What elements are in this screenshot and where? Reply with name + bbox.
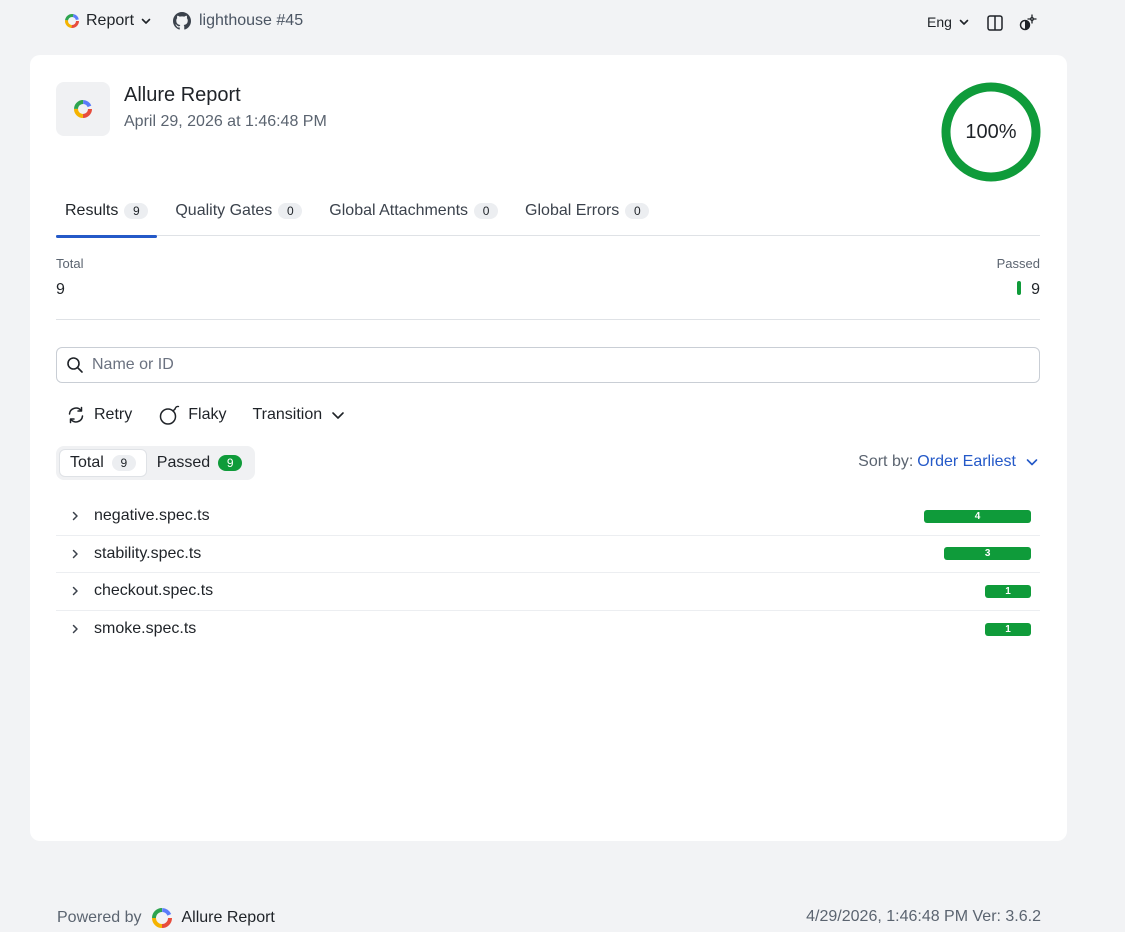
status-total-button[interactable]: Total 9 <box>59 449 147 477</box>
tab-count-badge: 0 <box>474 202 499 219</box>
tree-row-passed-bar: 1 <box>985 584 1031 598</box>
tree-row[interactable]: smoke.spec.ts 1 <box>56 611 1040 649</box>
filter-bar: Retry Flaky Transition <box>66 401 372 429</box>
allure-logo-icon <box>65 14 79 28</box>
tab-global-attachments[interactable]: Global Attachments 0 <box>320 185 507 236</box>
report-title: Allure Report <box>124 84 241 106</box>
success-rate-label: 100% <box>965 120 1017 143</box>
transition-filter[interactable]: Transition <box>252 406 346 424</box>
chevron-right-icon <box>70 511 80 521</box>
passed-indicator <box>1017 281 1022 295</box>
chevron-down-icon <box>332 412 344 419</box>
tree-row-name: checkout.spec.ts <box>94 582 214 600</box>
flaky-filter[interactable]: Flaky <box>158 404 226 426</box>
chevron-right-icon <box>70 624 80 634</box>
status-total-label: Total <box>70 454 104 471</box>
status-passed-count: 9 <box>218 455 243 471</box>
retry-label: Retry <box>94 406 133 423</box>
footer-brand-link[interactable]: Allure Report <box>182 909 275 927</box>
report-menu-label: Report <box>86 12 135 29</box>
chevron-down-icon <box>959 19 969 25</box>
top-bar: Report lighthouse #45 Eng <box>0 0 1125 48</box>
stat-passed-label: Passed <box>996 256 1040 271</box>
chevron-right-icon <box>70 586 80 596</box>
chevron-down-icon <box>1026 459 1038 466</box>
stat-total-value: 9 <box>56 281 65 298</box>
allure-logo-icon <box>74 100 92 118</box>
stat-passed: Passed 9 <box>997 256 1040 299</box>
tree-row[interactable]: stability.spec.ts 3 <box>56 536 1040 573</box>
tab-results[interactable]: Results 9 <box>56 185 158 238</box>
report-menu[interactable]: Report <box>64 12 152 30</box>
report-card: Allure Report April 29, 2026 at 1:46:48 … <box>30 55 1067 841</box>
tab-label: Global Errors <box>525 201 620 219</box>
github-repo-link[interactable]: lighthouse #45 <box>173 12 303 30</box>
flaky-bomb-icon <box>159 405 180 425</box>
tree-row-passed-bar: 1 <box>985 622 1031 636</box>
status-passed-label: Passed <box>156 454 211 471</box>
footer-meta: 4/29/2026, 1:46:48 PM Ver: 3.6.2 <box>806 908 1041 925</box>
test-tree: negative.spec.ts 4 stability.spec.ts 3 c… <box>56 498 1040 648</box>
github-icon <box>173 12 191 30</box>
tree-row[interactable]: negative.spec.ts 4 <box>56 498 1040 536</box>
search-box <box>56 347 1040 383</box>
stat-total: Total 9 <box>56 256 83 299</box>
status-filter: Total 9 Passed 9 <box>56 446 256 480</box>
search-input[interactable] <box>92 350 992 380</box>
report-date: April 29, 2026 at 1:46:48 PM <box>124 113 327 130</box>
summary-stats: Total 9 Passed 9 <box>56 236 1040 320</box>
transition-label: Transition <box>252 406 323 423</box>
retry-icon <box>68 406 84 424</box>
footer-powered-by: Powered by Allure Report <box>57 906 275 930</box>
tree-row-name: smoke.spec.ts <box>94 620 197 638</box>
report-tabs: Results 9 Quality Gates 0 Global Attachm… <box>56 185 1040 238</box>
flaky-label: Flaky <box>188 406 227 423</box>
sort-select[interactable]: Sort by: Order Earliest <box>858 453 1040 471</box>
search-icon <box>67 357 83 373</box>
tree-row-name: stability.spec.ts <box>94 544 202 562</box>
tab-label: Global Attachments <box>329 201 469 219</box>
allure-logo-icon <box>151 908 172 928</box>
tree-row-passed-bar: 3 <box>944 547 1031 561</box>
theme-toggle-icon[interactable] <box>1017 13 1037 33</box>
sort-value: Order Earliest <box>917 453 1016 470</box>
powered-by-label: Powered by <box>57 909 142 926</box>
chevron-right-icon <box>70 549 80 559</box>
report-logo <box>56 82 110 136</box>
retry-filter[interactable]: Retry <box>66 405 132 425</box>
tab-count-badge: 0 <box>278 202 303 219</box>
status-total-count: 9 <box>111 455 136 471</box>
chevron-down-icon <box>141 18 151 24</box>
repo-label: lighthouse #45 <box>199 12 304 29</box>
tab-label: Quality Gates <box>175 201 273 219</box>
language-label: Eng <box>927 14 952 30</box>
stat-total-label: Total <box>56 256 84 271</box>
stat-passed-value: 9 <box>1031 281 1040 298</box>
status-passed-button[interactable]: Passed 9 <box>147 449 252 477</box>
tab-count-badge: 9 <box>124 202 149 219</box>
sort-label: Sort by: <box>858 453 914 470</box>
language-select[interactable]: Eng <box>927 14 970 30</box>
tab-count-badge: 0 <box>625 202 650 219</box>
tab-quality-gates[interactable]: Quality Gates 0 <box>166 185 311 236</box>
tab-label: Results <box>65 201 119 219</box>
tree-row-name: negative.spec.ts <box>94 507 210 525</box>
layout-toggle-icon[interactable] <box>985 13 1005 33</box>
tree-row-passed-bar: 4 <box>924 509 1031 523</box>
tree-row[interactable]: checkout.spec.ts 1 <box>56 573 1040 611</box>
tab-global-errors[interactable]: Global Errors 0 <box>516 185 658 236</box>
